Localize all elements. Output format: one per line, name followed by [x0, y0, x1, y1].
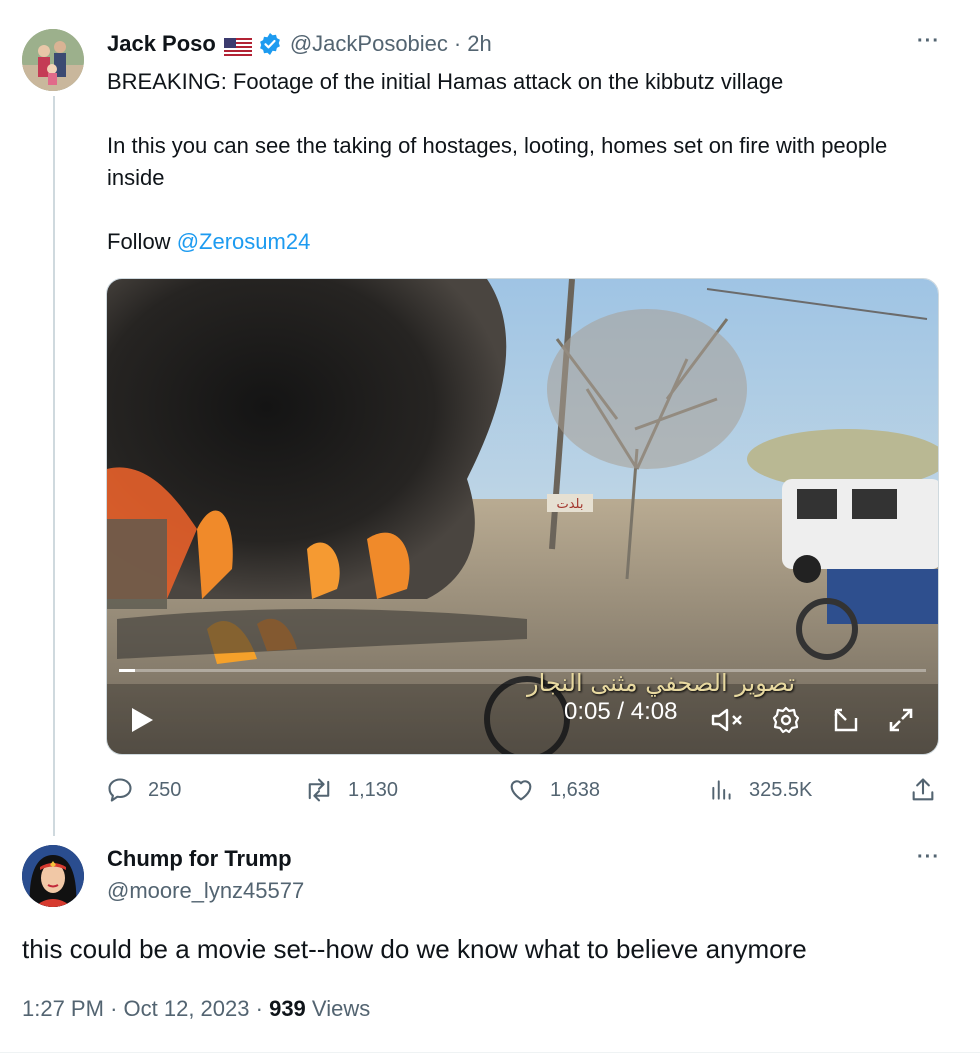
tweet-more-options-button[interactable]: ···: [917, 30, 940, 53]
mute-icon[interactable]: [710, 706, 744, 739]
author-name[interactable]: Jack Poso: [107, 30, 216, 58]
reply-author-handle[interactable]: @moore_lynz45577: [107, 878, 304, 904]
video-progress-fill: [119, 669, 136, 672]
reply-author-name[interactable]: Chump for Trump: [107, 846, 292, 872]
reply-meta: 1:27 PM · Oct 12, 2023 · 939 Views: [22, 996, 370, 1022]
views-icon: [712, 780, 731, 800]
tweet-body: BREAKING: Footage of the initial Hamas a…: [107, 66, 927, 258]
play-icon[interactable]: [129, 706, 155, 739]
meta-separator-2: ·: [255, 996, 263, 1021]
tweet-follow-line: Follow @Zerosum24: [107, 226, 927, 258]
reply-count: 250: [148, 778, 182, 801]
video-time: 0:05 / 4:08: [564, 698, 678, 725]
video-progress-bar[interactable]: [119, 669, 926, 672]
reply-time[interactable]: 1:27 PM: [22, 996, 104, 1021]
meta-separator-1: ·: [110, 996, 118, 1021]
reply-button[interactable]: 250: [106, 776, 181, 804]
reply-views-label: Views: [311, 996, 371, 1021]
author-handle[interactable]: @JackPosobiec: [290, 30, 448, 58]
tweet-line-2: In this you can see the taking of hostag…: [107, 133, 888, 190]
follow-prefix: Follow: [107, 229, 171, 254]
header-separator: ·: [453, 31, 462, 56]
repost-count: 1,130: [348, 778, 399, 801]
sign-text: بلدت: [557, 497, 584, 512]
reply-views-count: 939: [269, 996, 306, 1021]
author-avatar[interactable]: [22, 29, 84, 91]
like-count: 1,638: [550, 778, 601, 801]
mention-link[interactable]: @Zerosum24: [177, 229, 311, 254]
thread-connector-line: [53, 96, 55, 836]
video-player[interactable]: بلدت تصوير الصحفي مثنى النجار 0:05 / 4:0…: [106, 278, 939, 755]
bottom-divider: [0, 1052, 980, 1053]
tweet-action-bar: 250 1,130 1,638 325.5K: [106, 776, 938, 808]
settings-icon[interactable]: [772, 706, 800, 739]
reply-more-options-button[interactable]: ···: [917, 846, 940, 869]
repost-button[interactable]: 1,130: [304, 776, 398, 804]
like-button[interactable]: 1,638: [506, 776, 600, 804]
views-count: 325.5K: [749, 778, 813, 801]
reply-date[interactable]: Oct 12, 2023: [124, 996, 250, 1021]
repost-icon: [308, 778, 330, 802]
video-controls: 0:05 / 4:08: [107, 684, 938, 754]
us-flag-icon: [223, 35, 252, 56]
tweet-timestamp[interactable]: 2h: [467, 30, 491, 58]
pip-icon[interactable]: [832, 706, 860, 739]
avatar-photo: [22, 29, 84, 91]
like-icon: [510, 780, 532, 801]
tweet-header: Jack Poso @JackPosobiec · 2h: [107, 30, 492, 58]
reply-icon: [108, 778, 132, 802]
fullscreen-icon[interactable]: [887, 706, 915, 739]
views-button[interactable]: 325.5K: [709, 776, 812, 804]
share-button[interactable]: [909, 776, 951, 804]
reply-author-avatar[interactable]: [22, 845, 84, 907]
share-icon: [912, 778, 934, 801]
verified-badge-icon[interactable]: [258, 32, 282, 56]
video-frame: بلدت: [107, 279, 938, 754]
reply-text: this could be a movie set--how do we kno…: [22, 934, 807, 964]
avatar-illustration: [22, 845, 84, 907]
tweet-line-1: BREAKING: Footage of the initial Hamas a…: [107, 69, 784, 94]
